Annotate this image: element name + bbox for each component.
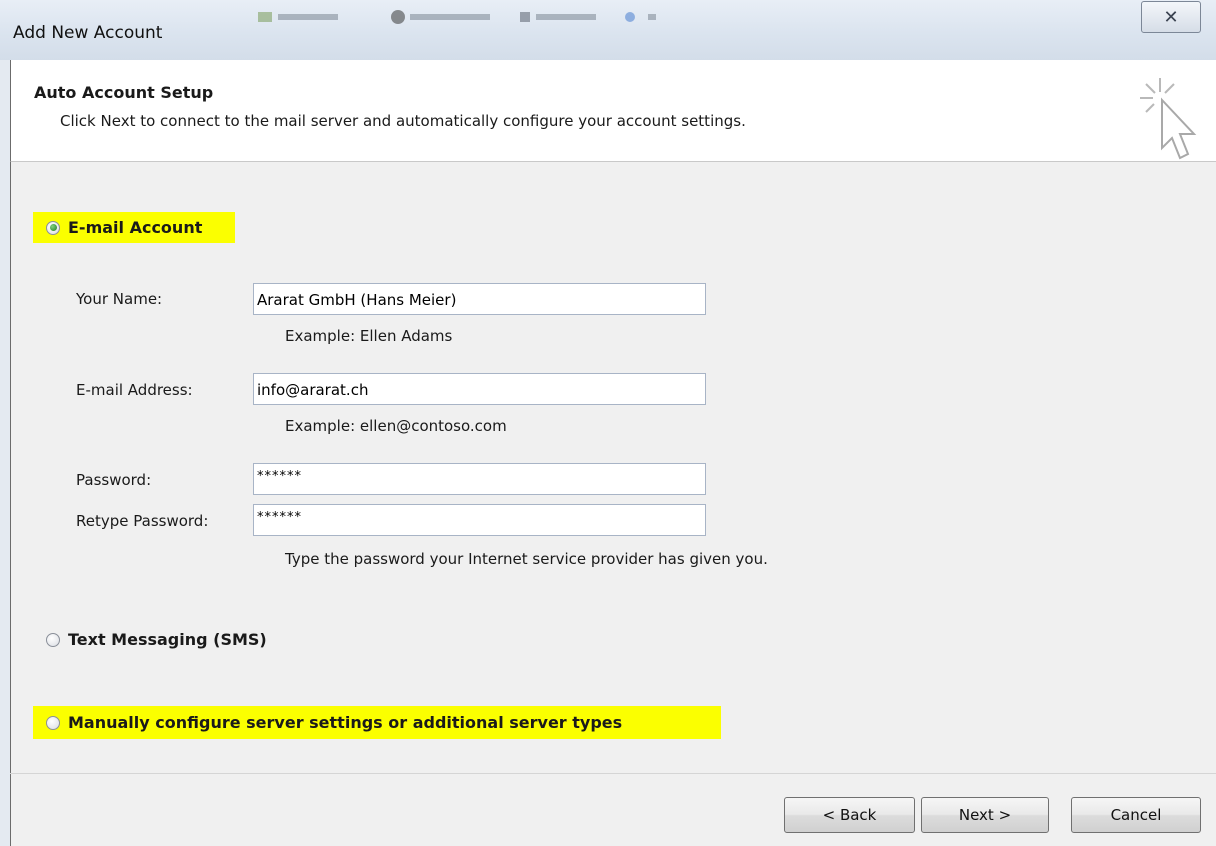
your-name-input[interactable]: Ararat GmbH (Hans Meier) — [253, 283, 706, 315]
manual-config-label: Manually configure server settings or ad… — [68, 713, 623, 732]
sms-option[interactable]: Text Messaging (SMS) — [46, 630, 267, 649]
sms-radio[interactable] — [46, 632, 60, 647]
email-address-hint: Example: ellen@contoso.com — [285, 417, 507, 435]
dialog-header — [10, 60, 1216, 162]
password-label: Password: — [76, 471, 152, 489]
footer-divider — [10, 773, 1216, 774]
your-name-hint: Example: Ellen Adams — [285, 327, 453, 345]
retype-password-input[interactable]: ****** — [253, 504, 706, 536]
blurred-background-toolbar — [258, 10, 656, 24]
email-address-input[interactable]: info@ararat.ch — [253, 373, 706, 405]
page-title: Auto Account Setup — [34, 83, 214, 102]
email-address-label: E-mail Address: — [76, 381, 193, 399]
cursor-sparkle-icon — [1140, 78, 1197, 160]
email-account-radio[interactable] — [46, 220, 60, 235]
password-input[interactable]: ****** — [253, 463, 706, 495]
manual-config-radio[interactable] — [46, 715, 60, 730]
manual-config-option[interactable]: Manually configure server settings or ad… — [33, 706, 721, 739]
password-hint: Type the password your Internet service … — [285, 550, 768, 568]
email-account-option[interactable]: E-mail Account — [33, 212, 235, 243]
cancel-button[interactable]: Cancel — [1071, 797, 1201, 833]
close-button[interactable]: ✕ — [1141, 1, 1201, 33]
window-title: Add New Account — [13, 23, 163, 43]
page-subtitle: Click Next to connect to the mail server… — [60, 112, 746, 130]
next-button[interactable]: Next > — [921, 797, 1049, 833]
email-account-label: E-mail Account — [68, 218, 203, 237]
sms-label: Text Messaging (SMS) — [68, 630, 267, 649]
back-button[interactable]: < Back — [784, 797, 915, 833]
your-name-label: Your Name: — [76, 290, 163, 308]
close-icon: ✕ — [1163, 6, 1179, 28]
retype-password-label: Retype Password: — [76, 512, 209, 530]
